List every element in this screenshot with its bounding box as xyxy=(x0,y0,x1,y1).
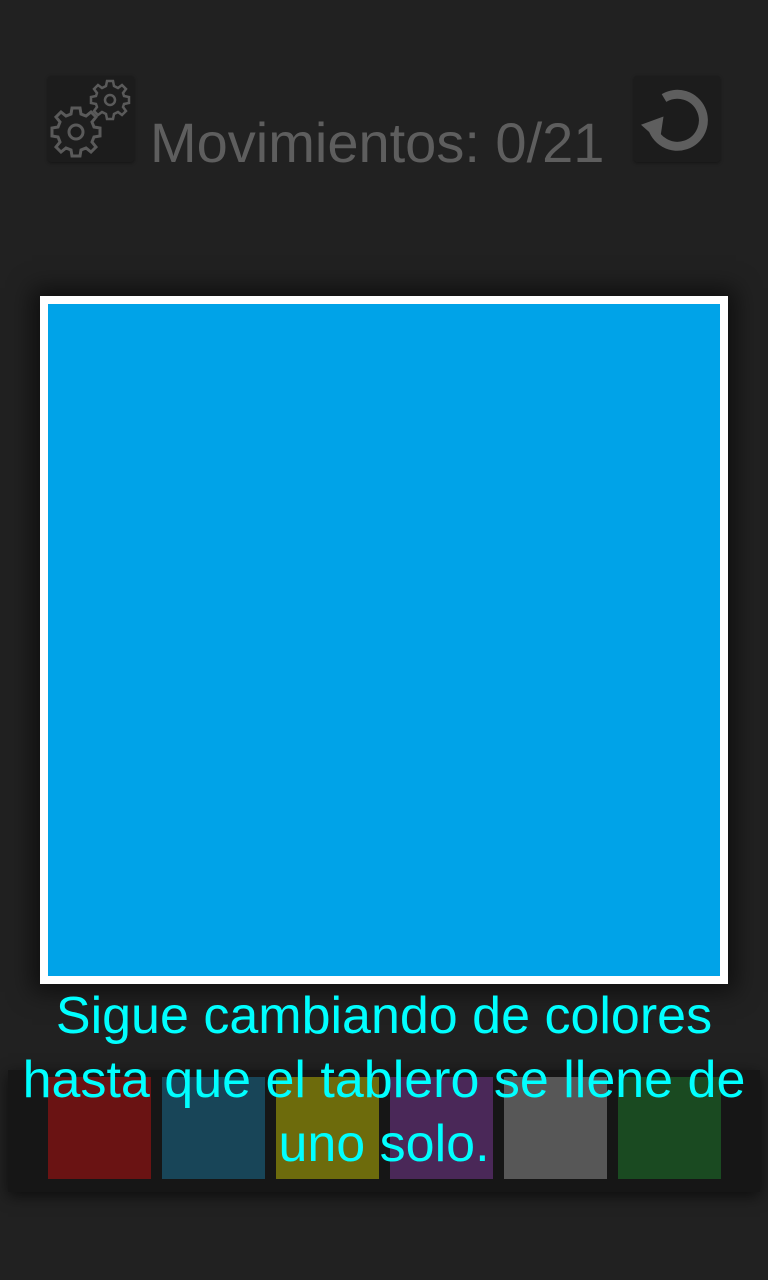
game-board xyxy=(48,304,720,976)
settings-button[interactable] xyxy=(48,76,134,162)
instruction-text: Sigue cambiando de colores hasta que el … xyxy=(22,987,746,1173)
moves-counter: Movimientos: 0/21 xyxy=(150,111,605,174)
game-screen: Movimientos: 0/21 Sigue cambiando de col… xyxy=(0,0,768,1280)
reset-button[interactable] xyxy=(634,76,720,162)
refresh-icon xyxy=(640,89,708,151)
game-board-frame xyxy=(40,296,728,984)
gears-icon xyxy=(50,79,131,158)
